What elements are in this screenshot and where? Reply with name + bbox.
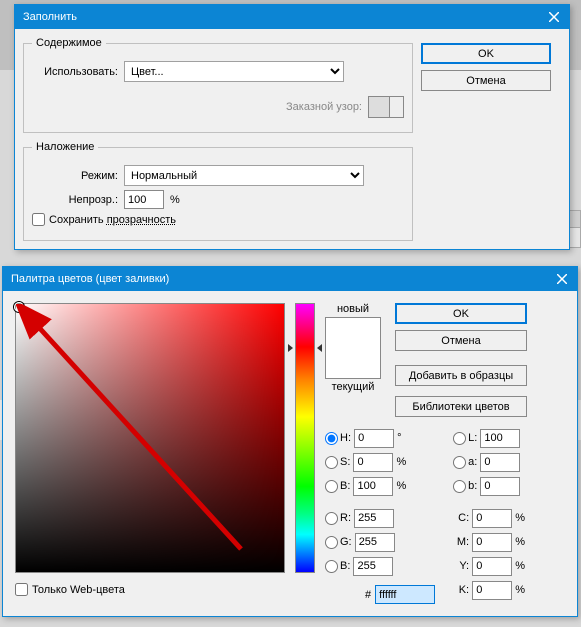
color-preview bbox=[325, 317, 381, 379]
h-field[interactable] bbox=[354, 429, 394, 448]
m-field[interactable] bbox=[472, 533, 512, 552]
ok-button[interactable]: OK bbox=[421, 43, 551, 64]
a-radio[interactable] bbox=[453, 456, 466, 469]
pattern-label: Заказной узор: bbox=[286, 101, 368, 113]
l-radio[interactable] bbox=[453, 432, 466, 445]
opacity-unit: % bbox=[170, 194, 180, 206]
b-radio[interactable] bbox=[325, 480, 338, 493]
g-field[interactable] bbox=[355, 533, 395, 552]
annotation-arrow bbox=[16, 304, 286, 574]
y-label: Y: bbox=[453, 560, 469, 572]
sv-cursor bbox=[14, 302, 24, 312]
web-only-checkbox[interactable] bbox=[15, 583, 28, 596]
h-label: H: bbox=[340, 432, 351, 444]
lb-label: b: bbox=[468, 480, 477, 492]
blend-legend: Наложение bbox=[32, 141, 98, 153]
lb-field[interactable] bbox=[480, 477, 520, 496]
r-radio[interactable] bbox=[325, 512, 338, 525]
s-label: S: bbox=[340, 456, 350, 468]
preserve-checkbox[interactable] bbox=[32, 213, 45, 226]
preserve-label: Сохранить прозрачность bbox=[49, 214, 176, 226]
mode-select[interactable]: Нормальный bbox=[124, 165, 364, 186]
use-label: Использовать: bbox=[32, 66, 124, 78]
a-label: a: bbox=[468, 456, 477, 468]
a-field[interactable] bbox=[480, 453, 520, 472]
mode-label: Режим: bbox=[32, 170, 124, 182]
blend-group: Наложение Режим: Нормальный Непрозр.: % … bbox=[23, 141, 413, 241]
c-label: C: bbox=[453, 512, 469, 524]
k-field[interactable] bbox=[472, 581, 512, 600]
b2-radio[interactable] bbox=[325, 560, 338, 573]
current-label: текущий bbox=[325, 381, 381, 393]
picker-titlebar[interactable]: Палитра цветов (цвет заливки) bbox=[3, 267, 577, 291]
b-label: B: bbox=[340, 480, 350, 492]
c-field[interactable] bbox=[472, 509, 512, 528]
hex-field[interactable] bbox=[375, 585, 435, 604]
opacity-label: Непрозр.: bbox=[32, 194, 124, 206]
libraries-button[interactable]: Библиотеки цветов bbox=[395, 396, 527, 417]
k-label: K: bbox=[453, 584, 469, 596]
opacity-field[interactable] bbox=[124, 190, 164, 209]
use-select[interactable]: Цвет... bbox=[124, 61, 344, 82]
s-field[interactable] bbox=[353, 453, 393, 472]
fill-dialog: Заполнить Содержимое Использовать: Цвет.… bbox=[14, 4, 570, 250]
fill-titlebar[interactable]: Заполнить bbox=[15, 5, 569, 29]
hue-slider[interactable] bbox=[295, 303, 315, 573]
fill-title: Заполнить bbox=[23, 11, 77, 23]
saturation-value-field[interactable] bbox=[15, 303, 285, 573]
l-field[interactable] bbox=[480, 429, 520, 448]
s-radio[interactable] bbox=[325, 456, 338, 469]
g-radio[interactable] bbox=[325, 536, 338, 549]
b2-label: B: bbox=[340, 560, 350, 572]
close-icon[interactable] bbox=[551, 270, 573, 288]
h-radio[interactable] bbox=[325, 432, 338, 445]
picker-title: Палитра цветов (цвет заливки) bbox=[11, 273, 169, 285]
g-label: G: bbox=[340, 536, 352, 548]
add-swatch-button[interactable]: Добавить в образцы bbox=[395, 365, 527, 386]
picker-ok-button[interactable]: OK bbox=[395, 303, 527, 324]
cancel-button[interactable]: Отмена bbox=[421, 70, 551, 91]
pattern-swatch[interactable] bbox=[368, 96, 390, 118]
r-field[interactable] bbox=[354, 509, 394, 528]
content-legend: Содержимое bbox=[32, 37, 106, 49]
b-field[interactable] bbox=[353, 477, 393, 496]
hex-prefix: # bbox=[365, 589, 371, 601]
picker-cancel-button[interactable]: Отмена bbox=[395, 330, 527, 351]
close-icon[interactable] bbox=[543, 8, 565, 26]
r-label: R: bbox=[340, 512, 351, 524]
l-label: L: bbox=[468, 432, 477, 444]
lb-radio[interactable] bbox=[453, 480, 466, 493]
web-only-label: Только Web-цвета bbox=[32, 584, 125, 596]
y-field[interactable] bbox=[472, 557, 512, 576]
pattern-dropdown[interactable] bbox=[390, 96, 404, 118]
b2-field[interactable] bbox=[353, 557, 393, 576]
color-picker-dialog: Палитра цветов (цвет заливки) Только Web… bbox=[2, 266, 578, 617]
new-label: новый bbox=[325, 303, 381, 315]
content-group: Содержимое Использовать: Цвет... Заказно… bbox=[23, 37, 413, 133]
m-label: M: bbox=[453, 536, 469, 548]
